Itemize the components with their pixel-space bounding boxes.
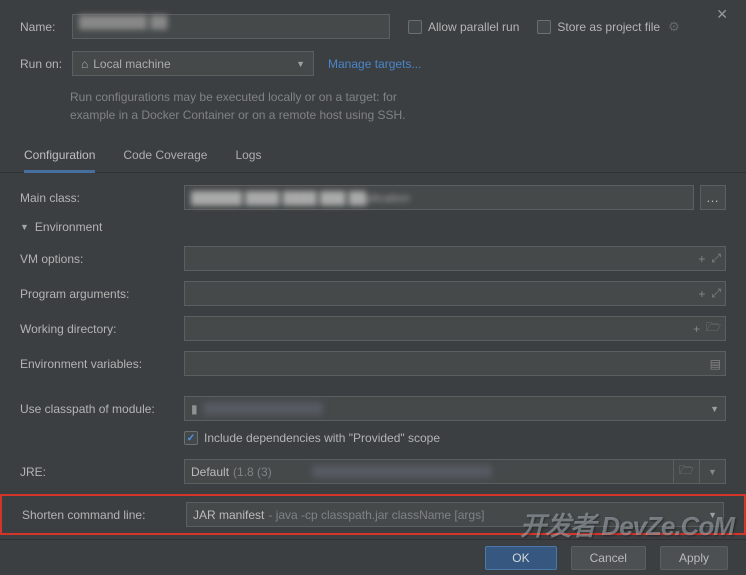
main-class-browse-button[interactable]: … <box>700 185 726 210</box>
shorten-command-label: Shorten command line: <box>22 508 186 522</box>
working-dir-label: Working directory: <box>20 322 184 336</box>
folder-icon[interactable]: 🗁 <box>673 460 699 483</box>
close-icon[interactable]: ✕ <box>716 6 728 23</box>
runon-value: Local machine <box>93 57 170 71</box>
program-args-label: Program arguments: <box>20 287 184 301</box>
jre-value: Default <box>191 465 229 479</box>
name-field[interactable]: ████████ ██ <box>72 14 390 39</box>
chevron-down-icon: ▼ <box>296 59 305 69</box>
expand-icon[interactable]: ⤢ <box>711 251 721 266</box>
chevron-down-icon[interactable]: ▼ <box>699 460 725 483</box>
tab-configuration[interactable]: Configuration <box>24 140 95 173</box>
environment-label: Environment <box>35 220 102 234</box>
folder-icon[interactable]: 🗁 <box>706 318 721 339</box>
working-dir-field[interactable]: +🗁 <box>184 316 726 341</box>
include-provided-label: Include dependencies with "Provided" sco… <box>204 431 440 445</box>
environment-section-toggle[interactable]: ▼ Environment <box>20 220 726 234</box>
jre-value-detail: (1.8 (3) <box>233 465 272 479</box>
list-icon[interactable]: ▤ <box>710 357 721 371</box>
program-args-field[interactable]: +⤢ <box>184 281 726 306</box>
env-vars-field[interactable]: ▤ <box>184 351 726 376</box>
ok-button[interactable]: OK <box>485 546 556 570</box>
shorten-command-value: JAR manifest <box>193 508 264 522</box>
manage-targets-link[interactable]: Manage targets... <box>328 57 421 71</box>
checkbox-icon <box>537 20 551 34</box>
store-as-file-label: Store as project file <box>557 20 660 34</box>
plus-icon[interactable]: + <box>698 252 705 266</box>
allow-parallel-checkbox[interactable]: Allow parallel run <box>408 20 519 34</box>
home-icon: ⌂ <box>81 57 88 71</box>
plus-icon[interactable]: + <box>698 287 705 301</box>
shorten-command-row: Shorten command line: JAR manifest - jav… <box>0 494 746 535</box>
allow-parallel-label: Allow parallel run <box>428 20 519 34</box>
runon-hint: Run configurations may be executed local… <box>70 88 726 124</box>
include-provided-checkbox[interactable]: ✓ <box>184 431 198 445</box>
chevron-down-icon: ▼ <box>710 397 719 420</box>
classpath-dropdown[interactable]: ▮ ▼ <box>184 396 726 421</box>
env-vars-label: Environment variables: <box>20 357 184 371</box>
main-class-field[interactable]: ██████ ████ ████ ███ ██plication <box>184 185 694 210</box>
apply-button[interactable]: Apply <box>660 546 728 570</box>
expand-icon[interactable]: ⤢ <box>711 286 721 301</box>
tab-logs[interactable]: Logs <box>235 140 261 172</box>
vm-options-label: VM options: <box>20 252 184 266</box>
module-icon: ▮ <box>191 402 198 416</box>
caret-down-icon: ▼ <box>20 222 29 232</box>
jre-label: JRE: <box>20 465 184 479</box>
classpath-label: Use classpath of module: <box>20 402 184 416</box>
runon-label: Run on: <box>20 57 68 71</box>
runon-dropdown[interactable]: ⌂ Local machine ▼ <box>72 51 314 76</box>
tab-code-coverage[interactable]: Code Coverage <box>123 140 207 172</box>
main-class-label: Main class: <box>20 191 180 205</box>
shorten-command-dropdown[interactable]: JAR manifest - java -cp classpath.jar cl… <box>186 502 724 527</box>
cancel-button[interactable]: Cancel <box>571 546 646 570</box>
shorten-command-detail: - java -cp classpath.jar className [args… <box>268 508 484 522</box>
vm-options-field[interactable]: +⤢ <box>184 246 726 271</box>
jre-field[interactable]: Default (1.8 (3) 🗁 ▼ <box>184 459 726 484</box>
chevron-down-icon: ▼ <box>708 503 717 526</box>
checkbox-icon <box>408 20 422 34</box>
plus-icon[interactable]: + <box>693 322 700 336</box>
store-as-file-checkbox[interactable]: Store as project file <box>537 20 660 34</box>
name-label: Name: <box>20 20 68 34</box>
gear-icon[interactable]: ⚙ <box>668 19 680 35</box>
